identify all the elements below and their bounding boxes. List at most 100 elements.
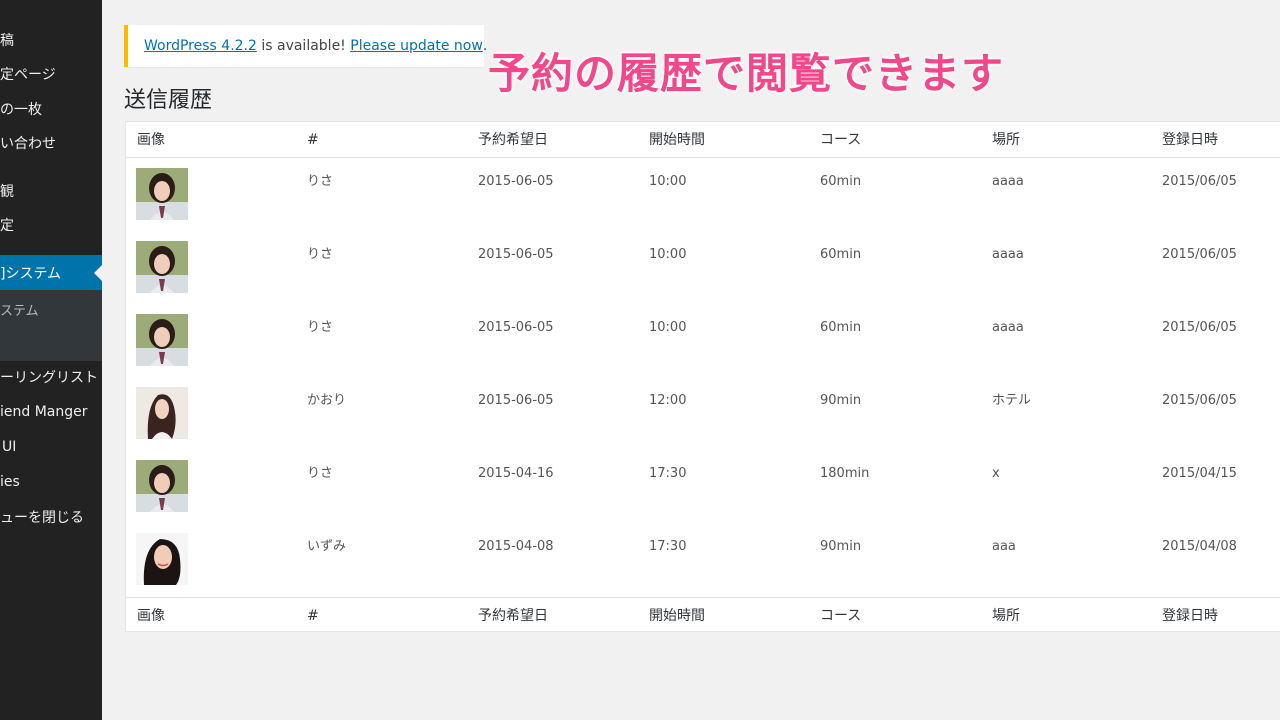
header-number[interactable]: # bbox=[307, 122, 319, 158]
header-desired-date[interactable]: 予約希望日 bbox=[478, 122, 548, 158]
cell-registered: 2015/06/05 bbox=[1162, 247, 1237, 262]
app-window: 稿 定ページ の一枚 い合わせ 観 定 ]システム ステム ーリングリスト ie… bbox=[0, 0, 1280, 720]
header-course[interactable]: コース bbox=[820, 122, 861, 158]
cell-date: 2015-06-05 bbox=[478, 247, 554, 262]
table-row: りさ 2015-06-05 10:00 60min aaaa 2015/06/0… bbox=[126, 232, 1280, 305]
sidebar-item-label: 定 bbox=[0, 218, 14, 234]
cell-time: 17:30 bbox=[649, 466, 687, 481]
footer-start-time[interactable]: 開始時間 bbox=[649, 598, 705, 634]
sidebar-item-label: 観 bbox=[0, 184, 14, 200]
cell-date: 2015-04-08 bbox=[478, 539, 554, 554]
footer-registered[interactable]: 登録日時 bbox=[1162, 598, 1218, 634]
profile-photo[interactable] bbox=[136, 460, 188, 512]
cell-place: x bbox=[992, 466, 1000, 481]
profile-photo[interactable] bbox=[136, 387, 188, 439]
wordpress-version-link[interactable]: WordPress 4.2.2 bbox=[144, 38, 257, 54]
cell-course: 60min bbox=[820, 320, 862, 335]
table-row: かおり 2015-06-05 12:00 90min ホテル 2015/06/0… bbox=[126, 378, 1280, 451]
cell-registered: 2015/04/15 bbox=[1162, 466, 1237, 481]
sidebar-item-label: ーリングリスト bbox=[0, 370, 98, 386]
cell-course: 90min bbox=[820, 539, 862, 554]
cell-time: 10:00 bbox=[649, 247, 687, 262]
table-row: りさ 2015-04-16 17:30 180min x 2015/04/15 bbox=[126, 451, 1280, 524]
sidebar-submenu: ステム bbox=[0, 290, 102, 361]
table-row: りさ 2015-06-05 10:00 60min aaaa 2015/06/0… bbox=[126, 305, 1280, 378]
update-now-link[interactable]: Please update now bbox=[350, 38, 483, 54]
sidebar-item-ies[interactable]: ies bbox=[0, 467, 102, 497]
sidebar-item-ui[interactable]: UI bbox=[0, 432, 102, 462]
footer-course[interactable]: コース bbox=[820, 598, 861, 634]
footer-number[interactable]: # bbox=[307, 598, 319, 634]
cell-time: 17:30 bbox=[649, 539, 687, 554]
sidebar-item-posts[interactable]: 稿 bbox=[0, 25, 102, 55]
sidebar-item-friend-manager[interactable]: iend Manger bbox=[0, 397, 102, 427]
cell-name: りさ bbox=[307, 174, 334, 189]
cell-name: りさ bbox=[307, 247, 334, 262]
notice-period: . bbox=[482, 38, 488, 54]
cell-name: りさ bbox=[307, 466, 334, 481]
notice-text: is available! bbox=[256, 38, 351, 54]
cell-name: いずみ bbox=[307, 539, 347, 554]
footer-desired-date[interactable]: 予約希望日 bbox=[478, 598, 548, 634]
cell-registered: 2015/06/05 bbox=[1162, 174, 1237, 189]
sidebar-item-pages[interactable]: 定ページ bbox=[0, 59, 102, 89]
sidebar-item-settings[interactable]: 定 bbox=[0, 210, 102, 240]
profile-photo[interactable] bbox=[136, 168, 188, 220]
history-table: 画像 # 予約希望日 開始時間 コース 場所 登録日時 りさ 2015-06-0… bbox=[125, 121, 1280, 632]
cell-place: ホテル bbox=[992, 393, 1032, 408]
sidebar-item-reservation-system[interactable]: ]システム bbox=[0, 255, 102, 290]
cell-name: りさ bbox=[307, 320, 334, 335]
cell-course: 60min bbox=[820, 247, 862, 262]
cell-place: aaaa bbox=[992, 174, 1024, 189]
admin-sidebar: 稿 定ページ の一枚 い合わせ 観 定 ]システム ステム ーリングリスト ie… bbox=[0, 0, 102, 720]
submenu-item-system[interactable]: ステム bbox=[0, 300, 39, 320]
cell-course: 180min bbox=[820, 466, 870, 481]
cell-place: aaa bbox=[992, 539, 1016, 554]
cell-course: 90min bbox=[820, 393, 862, 408]
footer-image[interactable]: 画像 bbox=[137, 598, 165, 634]
cell-date: 2015-04-16 bbox=[478, 466, 554, 481]
sidebar-item-mailing-list[interactable]: ーリングリスト bbox=[0, 362, 102, 392]
cell-date: 2015-06-05 bbox=[478, 320, 554, 335]
sidebar-item-label: 稿 bbox=[0, 33, 14, 49]
cell-registered: 2015/04/08 bbox=[1162, 539, 1237, 554]
table-row: りさ 2015-06-05 10:00 60min aaaa 2015/06/0… bbox=[126, 159, 1280, 232]
sidebar-item-appearance[interactable]: 観 bbox=[0, 176, 102, 206]
header-start-time[interactable]: 開始時間 bbox=[649, 122, 705, 158]
header-place[interactable]: 場所 bbox=[992, 122, 1020, 158]
sidebar-item-label: ]システム bbox=[0, 265, 62, 282]
sidebar-item-label: iend Manger bbox=[0, 404, 88, 420]
header-registered[interactable]: 登録日時 bbox=[1162, 122, 1218, 158]
cell-place: aaaa bbox=[992, 320, 1024, 335]
profile-photo[interactable] bbox=[136, 533, 188, 585]
cell-date: 2015-06-05 bbox=[478, 393, 554, 408]
cell-time: 10:00 bbox=[649, 174, 687, 189]
cell-time: 10:00 bbox=[649, 320, 687, 335]
header-image[interactable]: 画像 bbox=[137, 122, 165, 158]
overlay-caption: 予約の履歴で閲覧できます bbox=[488, 49, 1005, 98]
cell-course: 60min bbox=[820, 174, 862, 189]
table-footer: 画像 # 予約希望日 開始時間 コース 場所 登録日時 bbox=[126, 597, 1280, 633]
profile-photo[interactable] bbox=[136, 241, 188, 293]
cell-registered: 2015/06/05 bbox=[1162, 393, 1237, 408]
sidebar-item-collapse-menu[interactable]: ューを閉じる bbox=[0, 502, 102, 532]
sidebar-item-label: ies bbox=[0, 474, 20, 490]
cell-place: aaaa bbox=[992, 247, 1024, 262]
page-title: 送信履歴 bbox=[124, 88, 213, 113]
cell-date: 2015-06-05 bbox=[478, 174, 554, 189]
cell-time: 12:00 bbox=[649, 393, 687, 408]
sidebar-item-label: の一枚 bbox=[0, 102, 42, 118]
sidebar-item-label: 定ページ bbox=[0, 67, 56, 83]
sidebar-item-label: UI bbox=[2, 439, 17, 455]
table-row: いずみ 2015-04-08 17:30 90min aaa 2015/04/0… bbox=[126, 524, 1280, 597]
cell-registered: 2015/06/05 bbox=[1162, 320, 1237, 335]
sidebar-item-label: い合わせ bbox=[0, 136, 56, 152]
profile-photo[interactable] bbox=[136, 314, 188, 366]
update-notice: WordPress 4.2.2 is available! Please upd… bbox=[124, 25, 488, 67]
cell-name: かおり bbox=[307, 393, 347, 408]
table-header: 画像 # 予約希望日 開始時間 コース 場所 登録日時 bbox=[126, 122, 1280, 158]
sidebar-item-contact[interactable]: い合わせ bbox=[0, 128, 102, 158]
sidebar-item-label: ューを閉じる bbox=[0, 510, 84, 526]
sidebar-item-ichimai[interactable]: の一枚 bbox=[0, 94, 102, 124]
footer-place[interactable]: 場所 bbox=[992, 598, 1020, 634]
